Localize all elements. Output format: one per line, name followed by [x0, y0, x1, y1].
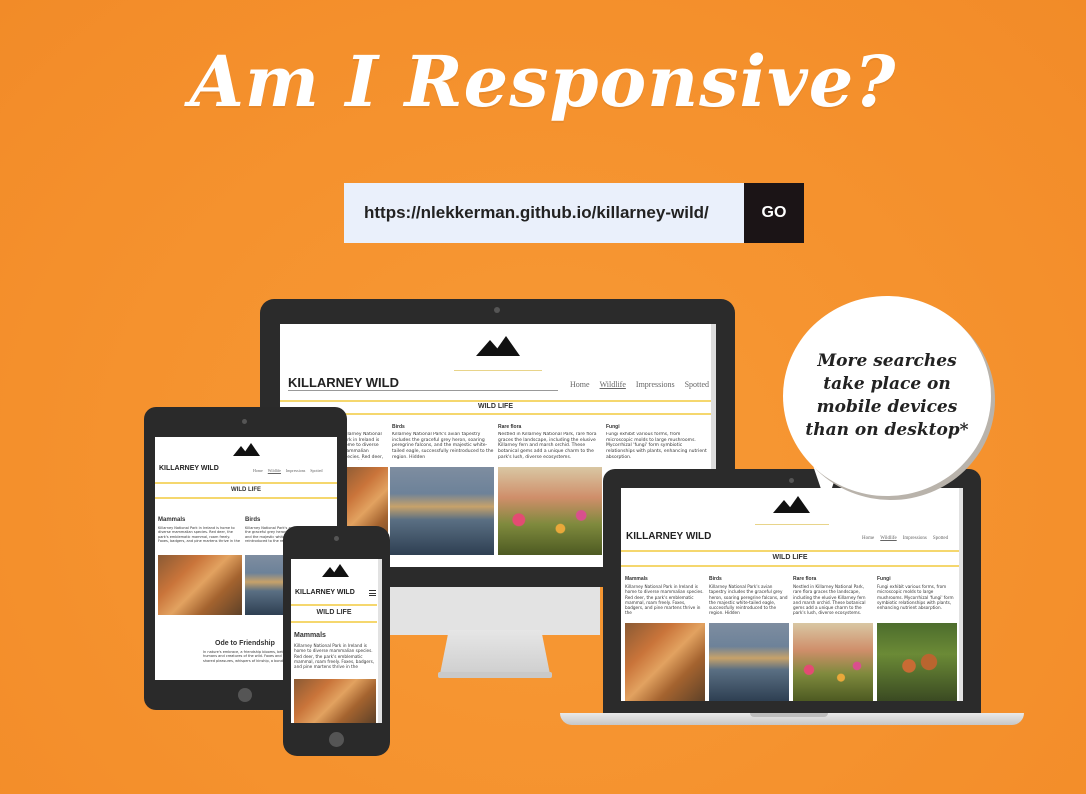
phone-section-heading: WILD LIFE [316, 609, 352, 616]
nav-wildlife[interactable]: Wildlife [600, 380, 626, 389]
title-rule [288, 390, 558, 391]
laptop-flowers-image [793, 623, 873, 701]
phone-mammals-head: Mammals [294, 632, 326, 639]
nav-spotted[interactable]: Spotted [685, 380, 709, 389]
speech-bubble: More searches take place on mobile devic… [783, 296, 991, 496]
phone-line-bottom [291, 621, 377, 623]
col-birds-head: Birds [392, 424, 405, 430]
phone-home-button[interactable] [329, 732, 344, 747]
go-button[interactable]: GO [744, 183, 804, 243]
laptop-screen: KILLARNEY WILD Home Wildlife Impressions… [621, 488, 963, 701]
logo-underline [454, 370, 542, 371]
heron-image [390, 467, 494, 555]
page-title: Am I Responsive? [189, 40, 897, 123]
laptop-logo [773, 496, 811, 514]
laptop-nav-impressions[interactable]: Impressions [903, 536, 927, 541]
laptop-scrollbar[interactable] [959, 488, 963, 701]
flowers-image [498, 467, 602, 555]
speech-bubble-text: More searches take place on mobile devic… [805, 351, 969, 440]
tablet-line-bottom [155, 497, 337, 499]
desktop-stand-base [440, 630, 550, 674]
phone-line-top [291, 604, 377, 606]
phone-device: KILLARNEY WILD WILD LIFE Mammals Killarn… [283, 526, 390, 756]
tablet-site-title: KILLARNEY WILD [159, 465, 219, 472]
tablet-fox-image [158, 555, 242, 615]
laptop-line-bottom [621, 565, 959, 567]
url-input[interactable] [344, 183, 744, 243]
laptop-nav-spotted[interactable]: Spotted [933, 536, 948, 541]
tablet-birds-head: Birds [245, 517, 261, 523]
laptop-device: KILLARNEY WILD Home Wildlife Impressions… [603, 469, 981, 721]
col-fungi-text: Fungi exhibit various forms, from micros… [606, 432, 707, 460]
tablet-mammals-text: Killarney National Park in Ireland is ho… [158, 526, 240, 544]
hamburger-icon[interactable] [369, 590, 376, 596]
col-birds-text: Killarney National Park's avian tapestry… [392, 432, 494, 460]
tablet-ode-title: Ode to Friendship [215, 640, 275, 647]
laptop-notch [750, 713, 828, 717]
site-title: KILLARNEY WILD [288, 375, 399, 390]
phone-scrollbar[interactable] [378, 559, 382, 723]
desktop-stand-neck [390, 587, 600, 635]
col-fungi-head: Fungi [606, 424, 620, 430]
nav-home[interactable]: Home [570, 380, 590, 389]
tablet-nav-home[interactable]: Home [253, 468, 263, 473]
site-logo [476, 334, 520, 356]
laptop-fungi-head: Fungi [877, 576, 891, 582]
col-flora-text: Nestled in Killarney National Park, rare… [498, 432, 597, 460]
laptop-mushroom-image [877, 623, 957, 701]
phone-mammals-text: Killarney National Park in Ireland is ho… [294, 643, 375, 669]
section-line-top [280, 400, 711, 402]
phone-camera [334, 536, 339, 541]
laptop-logo-underline [755, 524, 829, 525]
laptop-line-top [621, 550, 959, 552]
tablet-section-heading: WILD LIFE [231, 487, 261, 493]
laptop-nav-home[interactable]: Home [862, 536, 874, 541]
laptop-mammals-text: Killarney National Park in Ireland is ho… [625, 584, 704, 616]
laptop-birds-head: Birds [709, 576, 722, 582]
url-form: GO [344, 183, 804, 243]
laptop-camera [789, 478, 794, 483]
desktop-camera [494, 307, 500, 313]
col-mammals-text: Killarney National Park in Ireland is ho… [342, 432, 384, 460]
laptop-nav-wildlife[interactable]: Wildlife [880, 536, 896, 541]
tablet-nav-spotted[interactable]: Spotted [310, 468, 322, 473]
laptop-birds-text: Killarney National Park's avian tapestry… [709, 584, 788, 616]
tablet-camera [242, 419, 247, 424]
tablet-nav-impressions[interactable]: Impressions [286, 468, 305, 473]
tablet-line-top [155, 482, 337, 484]
laptop-fox-image [625, 623, 705, 701]
phone-fox-image [294, 679, 376, 723]
laptop-flora-text: Nestled in Killarney National Park, rare… [793, 584, 866, 616]
phone-logo [322, 564, 349, 578]
desktop-stand-foot [438, 672, 552, 678]
laptop-fungi-text: Fungi exhibit various forms, from micros… [877, 584, 954, 610]
tablet-nav: Home Wildlife Impressions Spotted [253, 468, 323, 473]
laptop-heron-image [709, 623, 789, 701]
phone-site-title: KILLARNEY WILD [295, 589, 355, 596]
section-heading: WILD LIFE [478, 403, 513, 410]
col-flora-head: Rare flora [498, 424, 522, 430]
laptop-nav: Home Wildlife Impressions Spotted [862, 536, 948, 541]
laptop-mammals-head: Mammals [625, 576, 648, 582]
laptop-section-heading: WILD LIFE [772, 554, 808, 561]
phone-screen: KILLARNEY WILD WILD LIFE Mammals Killarn… [291, 559, 382, 723]
tablet-nav-wildlife[interactable]: Wildlife [268, 468, 281, 473]
laptop-flora-head: Rare flora [793, 576, 817, 582]
nav-impressions[interactable]: Impressions [636, 380, 675, 389]
tablet-logo [233, 443, 260, 457]
tablet-home-button[interactable] [238, 688, 252, 702]
tablet-mammals-head: Mammals [158, 517, 186, 523]
laptop-site-title: KILLARNEY WILD [626, 531, 712, 542]
site-nav: Home Wildlife Impressions Spotted [570, 380, 709, 389]
